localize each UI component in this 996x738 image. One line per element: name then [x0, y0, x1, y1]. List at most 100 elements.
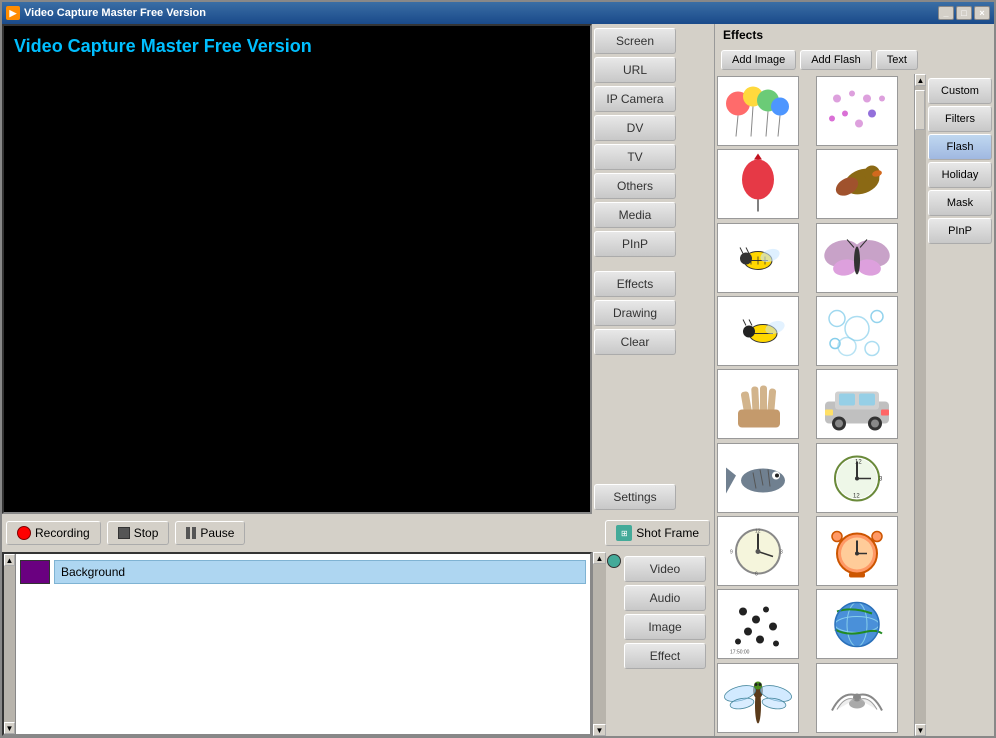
video-preview: Video Capture Master Free Version	[2, 24, 592, 514]
effect-cell-wall-clock[interactable]: 12 3 6 9	[717, 516, 799, 586]
effect-cell-bird2[interactable]	[816, 663, 898, 733]
svg-text:12: 12	[853, 493, 860, 499]
stop-button[interactable]: Stop	[107, 521, 170, 545]
close-button[interactable]: ×	[974, 6, 990, 20]
effects-scroll-up[interactable]: ▲	[915, 74, 926, 86]
nav-btn-effects[interactable]: Effects	[594, 271, 676, 297]
effect-cell-butterfly[interactable]	[816, 223, 898, 293]
timeline-scroll-left: ▲ ▼	[4, 554, 16, 734]
effect-cell-clock[interactable]: 12 3 12	[816, 443, 898, 513]
nav-btn-effect[interactable]: Effect	[624, 643, 706, 669]
timeline-area: ▲ ▼ Background	[2, 552, 592, 736]
effect-cell-hands[interactable]	[717, 369, 799, 439]
effect-cell-alarm-clock[interactable]	[816, 516, 898, 586]
effects-sidebar-pinp[interactable]: PInP	[928, 218, 992, 244]
effects-sidebar-custom[interactable]: Custom	[928, 78, 992, 104]
effects-scroll-down[interactable]: ▼	[915, 724, 926, 736]
effect-cell-bubbles[interactable]	[816, 296, 898, 366]
svg-text:12: 12	[855, 459, 862, 465]
effect-cell-globe[interactable]	[816, 589, 898, 659]
shot-frame-button[interactable]: ⊞ Shot Frame	[605, 520, 710, 546]
left-area: Video Capture Master Free Version Screen…	[2, 24, 714, 736]
nav-btn-media[interactable]: Media	[594, 202, 676, 228]
effects-panel: Effects Add Image Add Flash Text	[714, 24, 994, 736]
center-nav-panel: Screen URL IP Camera DV TV Others Media …	[592, 24, 682, 514]
effect-cell-balloons[interactable]	[717, 76, 799, 146]
center-scroll-btn[interactable]	[607, 554, 621, 568]
nav-btn-tv[interactable]: TV	[594, 144, 676, 170]
record-icon	[17, 526, 31, 540]
shot-icon: ⊞	[616, 525, 632, 541]
pause-label: Pause	[200, 526, 234, 540]
svg-text:9: 9	[730, 549, 733, 555]
add-image-button[interactable]: Add Image	[721, 50, 796, 70]
add-flash-button[interactable]: Add Flash	[800, 50, 872, 70]
bottom-nav-buttons: Video Audio Image Effect	[622, 552, 704, 736]
shot-frame-label: Shot Frame	[636, 526, 699, 540]
top-section: Video Capture Master Free Version Screen…	[2, 24, 714, 514]
svg-text:6: 6	[755, 571, 758, 577]
effects-sidebar-filters[interactable]: Filters	[928, 106, 992, 132]
timeline-scroll-right: ▲ ▼	[592, 552, 606, 736]
track-bar[interactable]: Background	[54, 560, 586, 584]
effects-sidebar-flash[interactable]: Flash	[928, 134, 992, 160]
recording-button[interactable]: Recording	[6, 521, 101, 545]
effect-cell-sparkles[interactable]	[816, 76, 898, 146]
nav-btn-image[interactable]: Image	[624, 614, 706, 640]
svg-text:12: 12	[755, 528, 761, 534]
effect-cell-red-balloon[interactable]	[717, 149, 799, 219]
timeline-right-up[interactable]: ▲	[593, 552, 606, 564]
effects-sidebar-holiday[interactable]: Holiday	[928, 162, 992, 188]
timeline-tracks: Background	[16, 554, 590, 734]
titlebar-left: ▶ Video Capture Master Free Version	[6, 6, 206, 20]
svg-text:3: 3	[780, 549, 783, 555]
effects-grid-wrapper: 12 3 12	[715, 74, 926, 736]
pause-icon	[186, 527, 196, 539]
minimize-button[interactable]: _	[938, 6, 954, 20]
effect-cell-bee2[interactable]	[717, 296, 799, 366]
nav-btn-settings[interactable]: Settings	[594, 484, 676, 510]
effects-grid-and-scroll: 12 3 12	[715, 74, 926, 736]
nav-btn-others[interactable]: Others	[594, 173, 676, 199]
effects-toolbar: Add Image Add Flash Text	[715, 46, 994, 74]
effects-title: Effects	[715, 24, 994, 46]
timeline-wrapper: ▲ ▼ Background	[2, 552, 592, 736]
main-window: ▶ Video Capture Master Free Version _ □ …	[0, 0, 996, 738]
timeline-scroll-up[interactable]: ▲	[4, 554, 15, 566]
controls-bar: Recording Stop Pause ⊞ Shot Frame	[2, 514, 714, 552]
nav-btn-video[interactable]: Video	[624, 556, 706, 582]
effect-cell-fish[interactable]	[717, 443, 799, 513]
timeline-scroll-down[interactable]: ▼	[4, 722, 15, 734]
effect-cell-bird[interactable]	[816, 149, 898, 219]
effects-sidebar-mask[interactable]: Mask	[928, 190, 992, 216]
effect-cell-bee[interactable]	[717, 223, 799, 293]
text-button[interactable]: Text	[876, 50, 918, 70]
nav-btn-ip-camera[interactable]: IP Camera	[594, 86, 676, 112]
effects-scrollbar: ▲ ▼	[914, 74, 926, 736]
track-color-swatch	[20, 560, 50, 584]
timeline-right-down[interactable]: ▼	[593, 724, 606, 736]
effect-cell-car[interactable]	[816, 369, 898, 439]
nav-btn-drawing[interactable]: Drawing	[594, 300, 676, 326]
window-title: Video Capture Master Free Version	[24, 7, 206, 19]
svg-text:17:50:00: 17:50:00	[730, 650, 750, 656]
stop-label: Stop	[134, 526, 159, 540]
titlebar: ▶ Video Capture Master Free Version _ □ …	[2, 2, 994, 24]
main-content: Video Capture Master Free Version Screen…	[2, 24, 994, 736]
effects-grid: 12 3 12	[715, 74, 914, 736]
effect-cell-bug-dots[interactable]: 17:50:00	[717, 589, 799, 659]
recording-label: Recording	[35, 526, 90, 540]
effect-cell-dragonfly[interactable]	[717, 663, 799, 733]
nav-btn-dv[interactable]: DV	[594, 115, 676, 141]
track-label: Background	[61, 565, 125, 579]
titlebar-buttons: _ □ ×	[938, 6, 990, 20]
maximize-button[interactable]: □	[956, 6, 972, 20]
nav-btn-clear[interactable]: Clear	[594, 329, 676, 355]
nav-btn-pinp[interactable]: PInP	[594, 231, 676, 257]
pause-button[interactable]: Pause	[175, 521, 245, 545]
nav-btn-screen[interactable]: Screen	[594, 28, 676, 54]
nav-btn-url[interactable]: URL	[594, 57, 676, 83]
effects-scroll-thumb[interactable]	[915, 90, 925, 130]
svg-text:3: 3	[879, 476, 883, 482]
nav-btn-audio[interactable]: Audio	[624, 585, 706, 611]
